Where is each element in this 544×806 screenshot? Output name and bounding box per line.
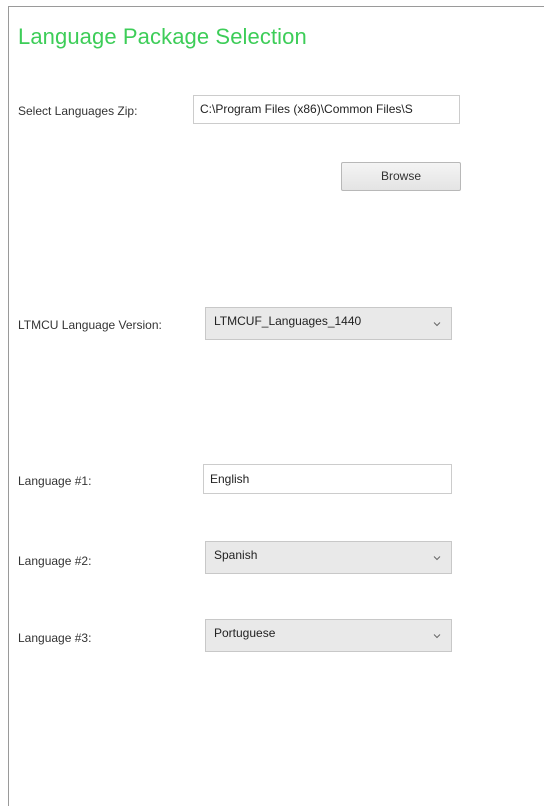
language-3-value: Portuguese: [214, 626, 276, 640]
language-package-panel: [8, 6, 544, 806]
language-1-field[interactable]: English: [203, 464, 452, 494]
chevron-down-icon: [433, 322, 441, 327]
language-version-label: LTMCU Language Version:: [18, 318, 162, 332]
language-3-label: Language #3:: [18, 631, 92, 645]
chevron-down-icon: [433, 556, 441, 561]
language-version-dropdown[interactable]: LTMCUF_Languages_1440: [205, 307, 452, 340]
browse-button[interactable]: Browse: [341, 162, 461, 191]
language-version-value: LTMCUF_Languages_1440: [214, 314, 362, 328]
language-2-value: Spanish: [214, 548, 258, 562]
chevron-down-icon: [433, 634, 441, 639]
language-3-dropdown[interactable]: Portuguese: [205, 619, 452, 652]
language-2-dropdown[interactable]: Spanish: [205, 541, 452, 574]
language-1-label: Language #1:: [18, 474, 92, 488]
language-2-label: Language #2:: [18, 554, 92, 568]
languages-zip-label: Select Languages Zip:: [18, 104, 138, 118]
page-title: Language Package Selection: [18, 24, 307, 49]
languages-zip-path-field[interactable]: C:\Program Files (x86)\Common Files\S: [193, 95, 460, 124]
